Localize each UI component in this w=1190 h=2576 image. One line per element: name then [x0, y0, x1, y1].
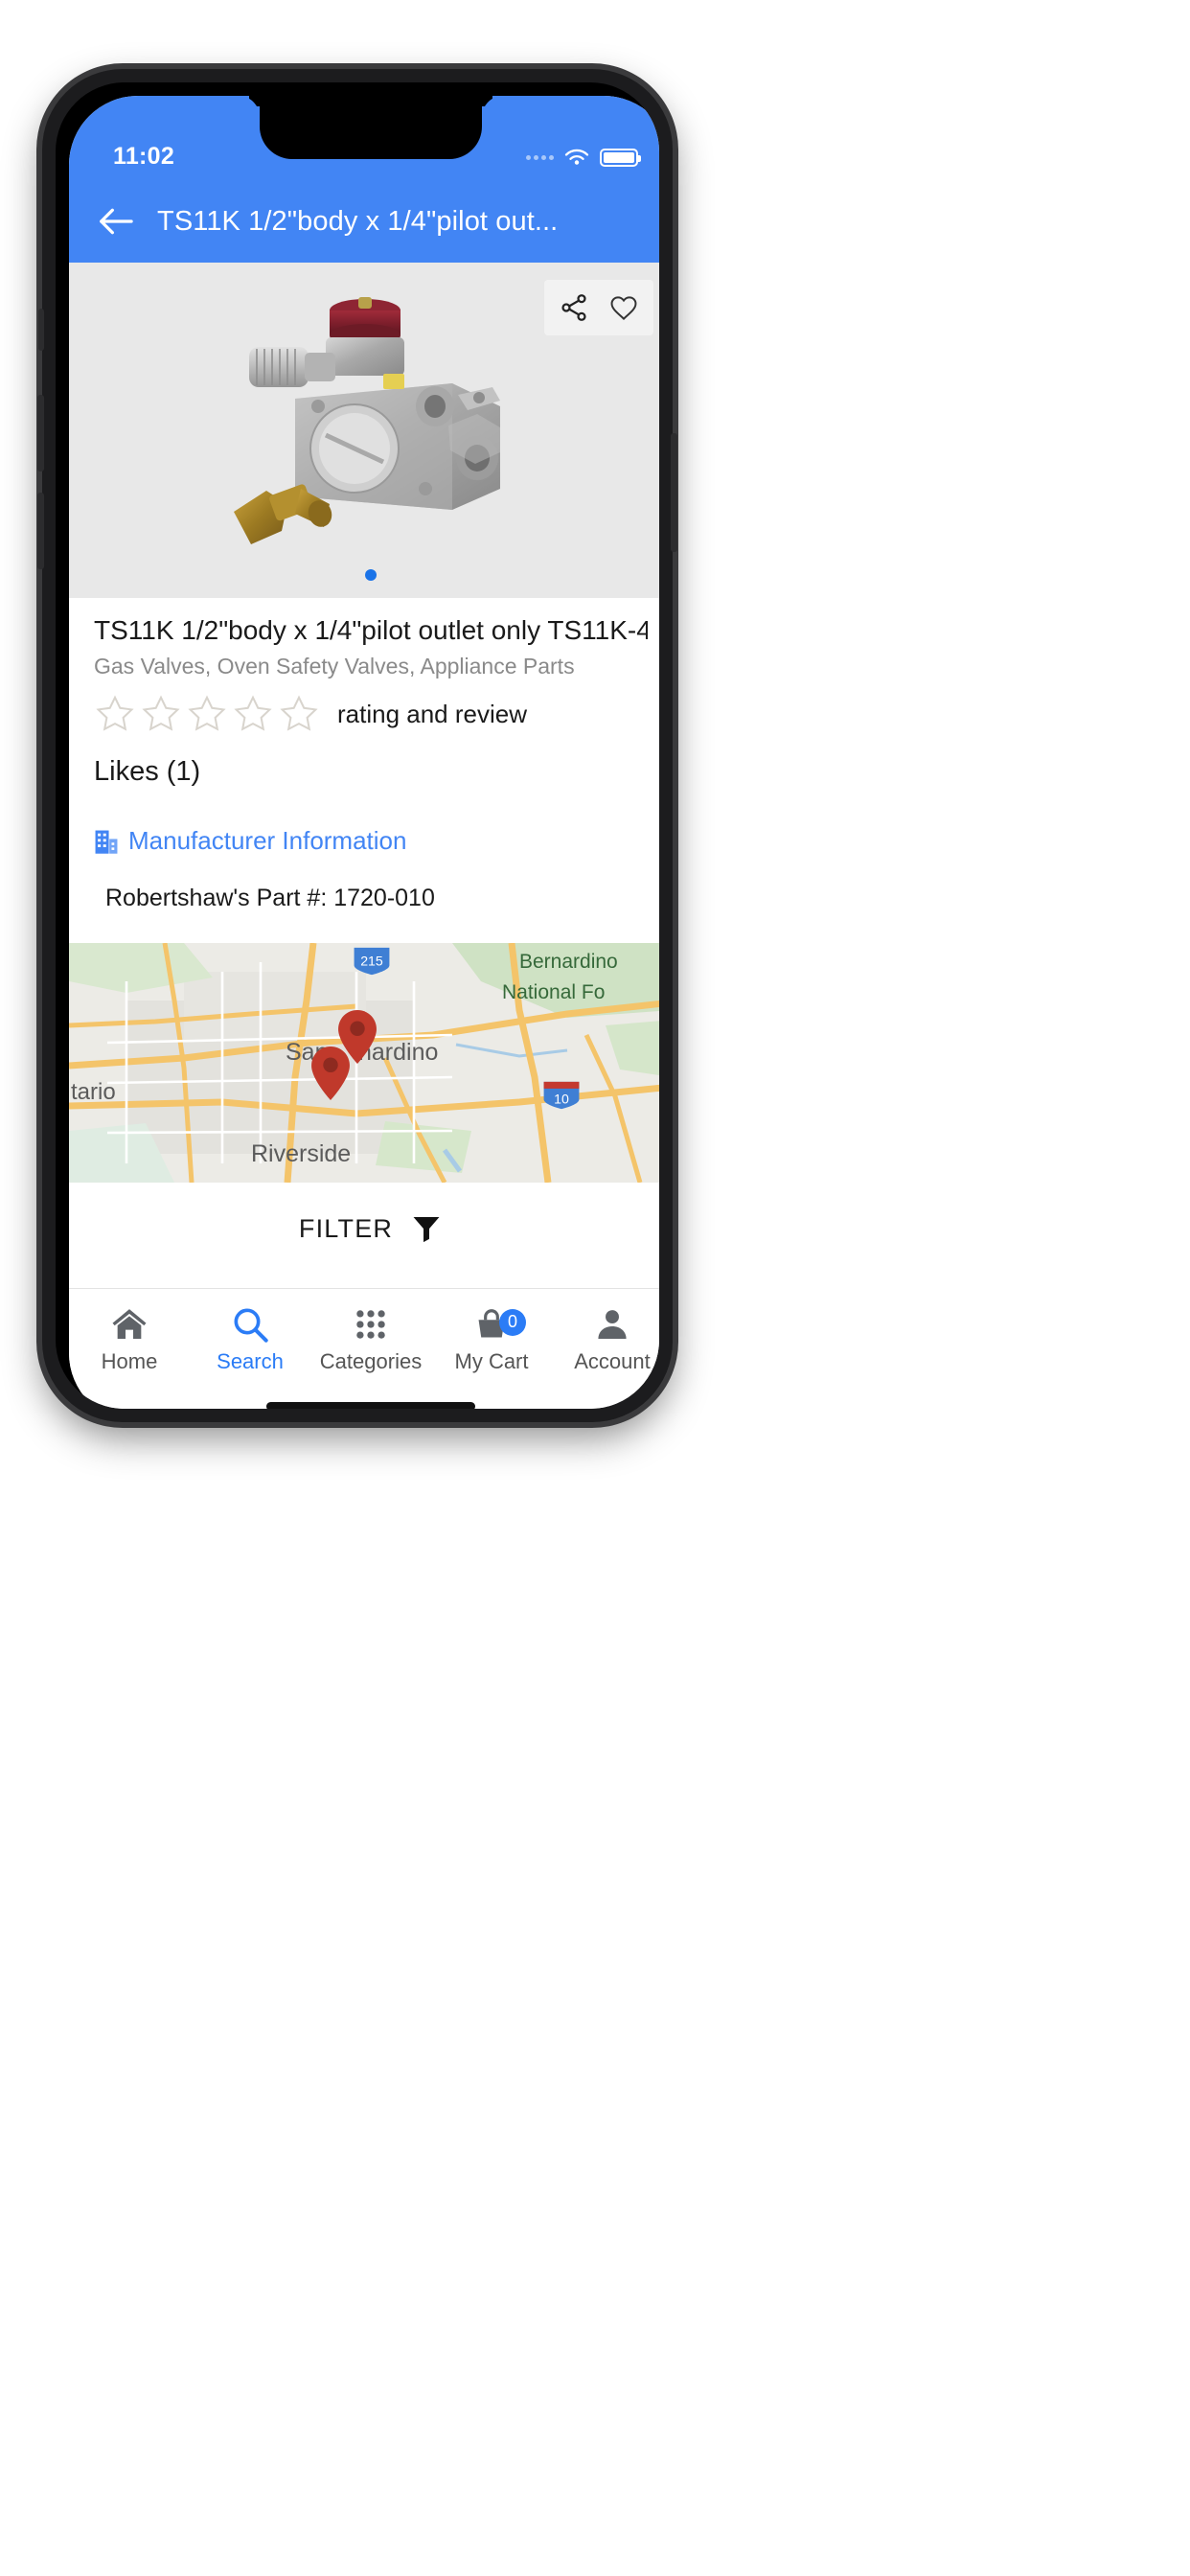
power-button[interactable]	[671, 433, 677, 552]
nav-item-home[interactable]: Home	[69, 1305, 190, 1374]
manufacturer-row[interactable]: Manufacturer Information	[94, 826, 648, 856]
signal-dots-icon	[526, 155, 554, 160]
status-indicators	[526, 148, 641, 171]
likes-count: Likes (1)	[94, 756, 201, 787]
share-icon	[561, 294, 586, 321]
building-icon	[95, 830, 118, 854]
star-icon[interactable]	[278, 693, 320, 735]
back-button[interactable]	[88, 194, 144, 249]
person-icon	[594, 1305, 630, 1344]
manufacturer-part-number: Robertshaw's Part #: 1720-010	[105, 885, 435, 911]
app-bar: TS11K 1/2"body x 1/4"pilot out...	[69, 180, 659, 263]
nav-item-account[interactable]: Account	[552, 1305, 659, 1374]
home-icon	[110, 1305, 149, 1344]
nav-label: Account	[574, 1348, 651, 1373]
nav-label: Search	[217, 1348, 284, 1373]
share-button[interactable]	[552, 286, 596, 330]
heart-outline-icon	[610, 296, 637, 320]
manufacturer-information-link[interactable]: Manufacturer Information	[128, 826, 406, 856]
filter-label: FILTER	[298, 1213, 394, 1243]
volume-up-button[interactable]	[37, 395, 44, 472]
bottom-navigation: Home Search Categories 0 My Cart Account	[69, 1288, 659, 1390]
home-indicator[interactable]	[69, 1390, 659, 1409]
status-bar: 11:02	[69, 96, 659, 180]
favorite-button[interactable]	[602, 286, 646, 330]
star-icon[interactable]	[186, 693, 228, 735]
funnel-icon[interactable]	[410, 1212, 443, 1245]
nav-item-search[interactable]: Search	[190, 1305, 310, 1374]
map-pin[interactable]	[310, 1046, 351, 1100]
location-map[interactable]: 215 10 Bernardino National Fo San nardin…	[69, 943, 659, 1183]
filter-bar[interactable]: FILTER	[69, 1183, 659, 1275]
product-gallery[interactable]	[69, 263, 659, 598]
cart-badge: 0	[499, 1308, 526, 1336]
rating-row[interactable]: rating and review	[94, 693, 648, 735]
nav-label: Categories	[319, 1348, 423, 1373]
display-notch	[260, 96, 482, 159]
star-icon[interactable]	[232, 693, 274, 735]
gallery-action-bar	[544, 280, 653, 335]
star-icon[interactable]	[140, 693, 182, 735]
product-info: TS11K 1/2"body x 1/4"pilot outlet only T…	[69, 598, 659, 912]
phone-screen: 11:02 TS11K 1/2"body x 1/4"pilot out... …	[69, 96, 659, 1409]
product-title: TS11K 1/2"body x 1/4"pilot outlet only T…	[94, 615, 648, 645]
gallery-page-dots[interactable]	[69, 569, 659, 581]
phone-bezel: 11:02 TS11K 1/2"body x 1/4"pilot out... …	[56, 82, 659, 1409]
product-image[interactable]	[213, 291, 529, 569]
scroll-content[interactable]: TS11K 1/2"body x 1/4"pilot outlet only T…	[69, 263, 659, 1288]
battery-full-icon	[600, 149, 641, 167]
nav-item-categories[interactable]: Categories	[310, 1305, 431, 1374]
mute-switch[interactable]	[38, 309, 44, 351]
back-arrow-icon	[100, 208, 133, 235]
star-icon[interactable]	[94, 693, 136, 735]
nav-item-my-cart[interactable]: 0 My Cart	[431, 1305, 552, 1374]
page-title: TS11K 1/2"body x 1/4"pilot out...	[157, 205, 559, 237]
status-time: 11:02	[113, 143, 175, 170]
product-categories: Gas Valves, Oven Safety Valves, Applianc…	[94, 654, 575, 678]
volume-down-button[interactable]	[37, 493, 44, 569]
wifi-icon	[564, 149, 589, 165]
rating-label: rating and review	[337, 699, 527, 728]
search-icon	[231, 1305, 269, 1344]
nav-label: Home	[101, 1348, 158, 1373]
nav-label: My Cart	[454, 1348, 529, 1373]
grid-icon	[353, 1305, 389, 1344]
phone-frame: 11:02 TS11K 1/2"body x 1/4"pilot out... …	[37, 69, 677, 1422]
